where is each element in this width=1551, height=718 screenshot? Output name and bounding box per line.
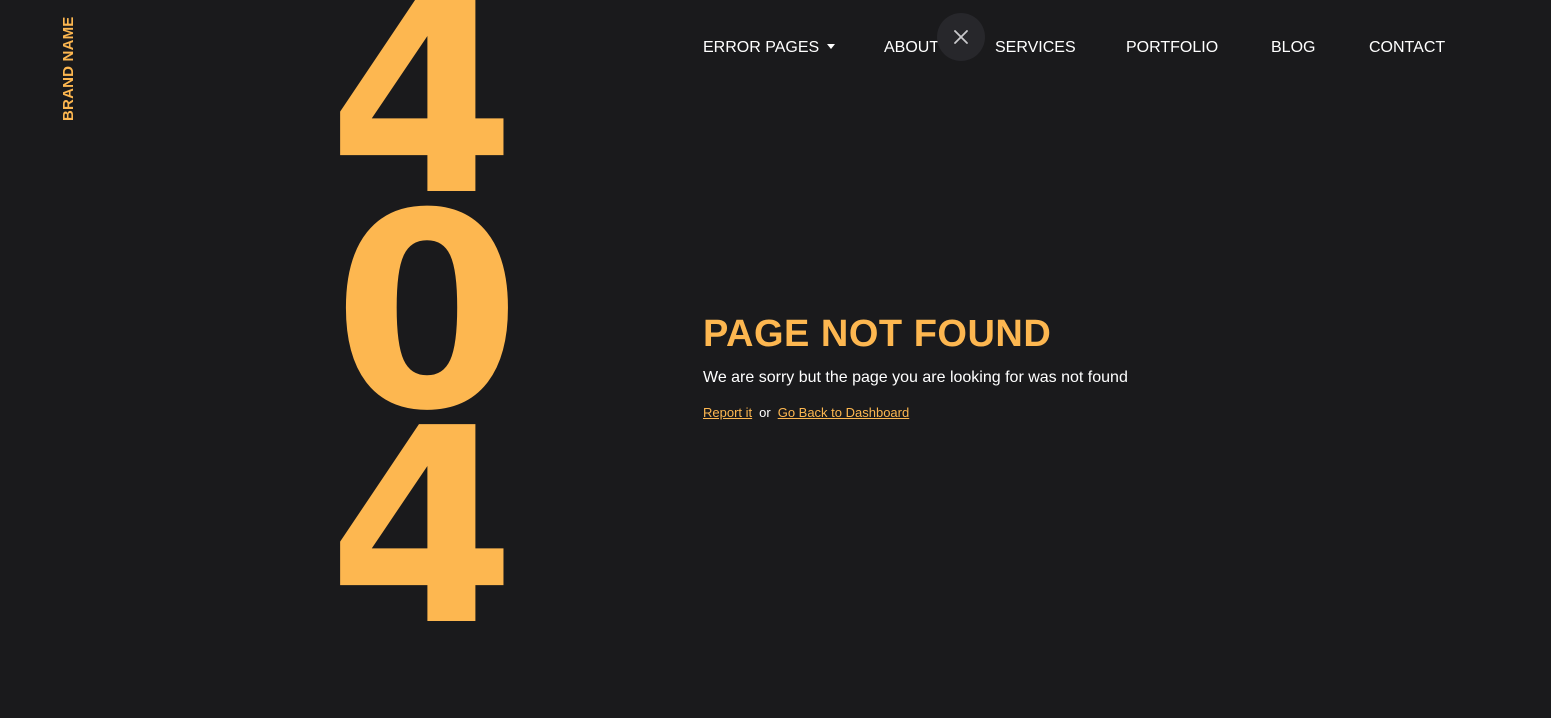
nav-item-contact[interactable]: CONTACT — [1369, 37, 1445, 59]
nav-item-portfolio[interactable]: PORTFOLIO — [1126, 37, 1218, 59]
nav-item-services[interactable]: SERVICES — [995, 37, 1076, 59]
nav-item-about[interactable]: ABOUT — [884, 37, 939, 59]
caret-down-icon — [827, 44, 836, 49]
nav-item-error-pages[interactable]: ERROR PAGES — [703, 37, 836, 59]
error-digit-last: 4 — [328, 370, 516, 685]
dashboard-link[interactable]: Go Back to Dashboard — [778, 405, 910, 420]
nav-item-label: ERROR PAGES — [703, 39, 820, 56]
brand-name[interactable]: BRAND NAME — [60, 17, 77, 122]
action-links: Report it or Go Back to Dashboard — [703, 404, 909, 422]
page-title: PAGE NOT FOUND — [703, 313, 1052, 355]
error-page: BRAND NAME 4 0 4 ERROR PAGES ABOUT SERVI… — [0, 0, 1551, 718]
report-link[interactable]: Report it — [703, 405, 752, 420]
link-separator: or — [759, 405, 771, 420]
close-menu-button[interactable] — [937, 13, 985, 61]
error-message: We are sorry but the page you are lookin… — [703, 369, 1128, 386]
close-icon — [954, 30, 968, 44]
nav-item-blog[interactable]: BLOG — [1271, 37, 1315, 59]
